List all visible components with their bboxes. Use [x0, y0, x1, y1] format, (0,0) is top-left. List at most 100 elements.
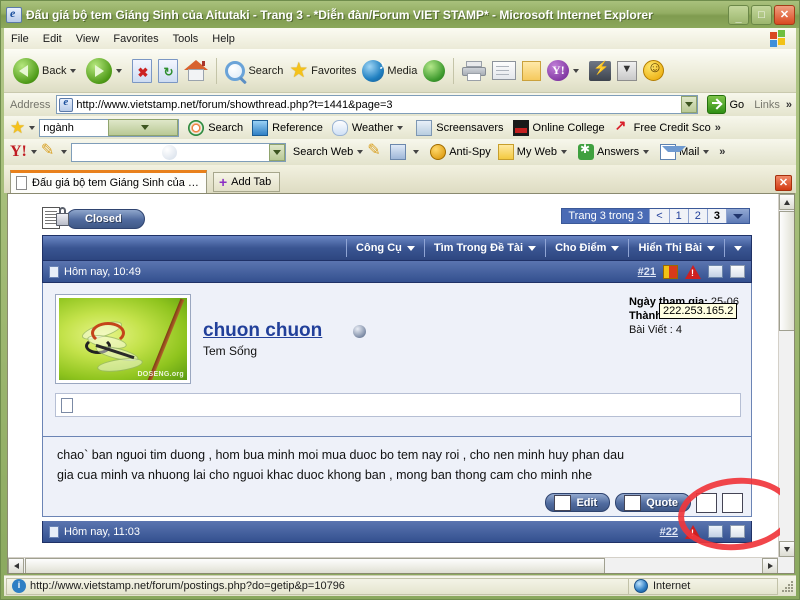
mail-button[interactable]: Mail: [660, 144, 713, 160]
messenger-button[interactable]: [586, 53, 614, 89]
menu-item-help[interactable]: Help: [205, 31, 242, 47]
download-button[interactable]: [614, 53, 640, 89]
vertical-scroll-thumb[interactable]: [779, 211, 794, 331]
anti-spy-button[interactable]: Anti-Spy: [430, 144, 491, 160]
bookmark-dropdown-icon[interactable]: [29, 125, 36, 130]
resize-grip[interactable]: [780, 578, 796, 594]
menu-item-view[interactable]: View: [69, 31, 107, 47]
menu-item-file[interactable]: File: [4, 31, 36, 47]
add-tab-button[interactable]: + Add Tab: [212, 172, 281, 192]
ip-lookup-icon-2[interactable]: [708, 525, 723, 538]
media-button[interactable]: Media: [359, 53, 420, 89]
answers-button[interactable]: Answers: [577, 142, 653, 160]
security-zone[interactable]: Internet: [628, 577, 778, 595]
post-options-icon[interactable]: [730, 265, 745, 278]
window-tile-button[interactable]: [390, 144, 423, 160]
close-button[interactable]: ✕: [774, 4, 795, 25]
toolbar-weather-button[interactable]: Weather: [331, 119, 407, 136]
menu-item-edit[interactable]: Edit: [36, 31, 69, 47]
go-button[interactable]: Go: [703, 95, 744, 114]
maximize-button[interactable]: □: [751, 4, 772, 25]
history-button[interactable]: [420, 53, 448, 89]
smiley-button[interactable]: [640, 53, 667, 89]
horizontal-scrollbar[interactable]: [8, 557, 778, 573]
answers-dropdown-icon[interactable]: [643, 150, 650, 154]
thread-tools-hien-thi-bai[interactable]: Hiển Thị Bài: [628, 239, 724, 257]
menu-item-favorites[interactable]: Favorites: [106, 31, 165, 47]
pencil-dropdown-icon[interactable]: [60, 150, 67, 154]
my-web-button[interactable]: My Web: [497, 144, 571, 160]
forward-dropdown-icon[interactable]: [116, 68, 123, 73]
yahoo-dropdown-icon[interactable]: [573, 68, 580, 73]
multiquote-button[interactable]: [696, 492, 717, 513]
toolbar-search-input[interactable]: ngành: [39, 118, 180, 137]
tab-active[interactable]: Đấu giá bộ tem Giáng Sinh của …: [10, 170, 207, 193]
links-label[interactable]: Links: [754, 99, 780, 111]
quote-post-button[interactable]: Quote: [615, 493, 691, 512]
search-web-dropdown-icon[interactable]: [357, 150, 364, 154]
minimize-button[interactable]: _: [728, 4, 749, 25]
vertical-scrollbar[interactable]: [778, 194, 794, 557]
scroll-left-button[interactable]: [8, 558, 24, 573]
thread-tools-more[interactable]: [724, 239, 751, 257]
close-tab-button[interactable]: ✕: [775, 175, 792, 191]
stop-button[interactable]: ✖: [129, 53, 155, 89]
toolbar-search-dropdown[interactable]: [108, 119, 179, 136]
toolbar-screensavers-button[interactable]: Screensavers: [416, 119, 504, 136]
toolbar-free-credit-button[interactable]: Free Credit Sco: [614, 117, 711, 136]
yahoo-search-input[interactable]: [70, 142, 286, 162]
back-button[interactable]: Back: [10, 53, 83, 89]
user-status-icon[interactable]: [353, 325, 366, 338]
post-options-icon-2[interactable]: [730, 525, 745, 538]
yahoo-logo-icon[interactable]: Y!: [10, 143, 27, 161]
edit-button[interactable]: [489, 53, 519, 89]
pagination-prev[interactable]: <: [650, 209, 670, 223]
thread-tools-cong-cu[interactable]: Công Cụ: [346, 239, 424, 257]
bar2-overflow-chevron-icon[interactable]: »: [715, 122, 721, 134]
toolbar-reference-button[interactable]: Reference: [252, 119, 323, 136]
thread-tools-cho-diem[interactable]: Cho Điểm: [545, 239, 628, 257]
search-button[interactable]: Search: [222, 53, 286, 89]
scroll-down-button[interactable]: [779, 541, 794, 557]
yahoo-search-dropdown[interactable]: [268, 143, 285, 161]
warning-icon[interactable]: [685, 264, 701, 279]
notes-button[interactable]: [519, 53, 544, 89]
pagination-page-3[interactable]: 3: [708, 209, 727, 223]
forward-button[interactable]: [83, 53, 129, 89]
horizontal-scroll-thumb[interactable]: [25, 558, 605, 573]
home-button[interactable]: [181, 53, 211, 89]
edit-post-button[interactable]: Edit: [545, 493, 611, 512]
scroll-up-button[interactable]: [779, 194, 794, 210]
post-username-1[interactable]: chuon chuon: [203, 320, 322, 342]
pagination-page-2[interactable]: 2: [689, 209, 708, 223]
reply-button[interactable]: [722, 492, 743, 513]
address-dropdown-button[interactable]: [680, 96, 697, 113]
flag-icon[interactable]: [663, 264, 678, 279]
post-number-1[interactable]: #21: [638, 266, 656, 278]
weather-dropdown-icon[interactable]: [397, 125, 404, 130]
bar3-overflow-chevron-icon[interactable]: »: [719, 146, 725, 158]
refresh-button[interactable]: ↻: [155, 53, 181, 89]
window-tile-dropdown-icon[interactable]: [413, 150, 420, 154]
my-web-dropdown-icon[interactable]: [560, 150, 567, 154]
yahoo-button[interactable]: Y!: [544, 53, 586, 89]
pagination-dropdown-icon[interactable]: [727, 209, 749, 223]
address-input[interactable]: http://www.vietstamp.net/forum/showthrea…: [56, 95, 698, 114]
warning-icon-2[interactable]: [685, 524, 701, 539]
favorites-button[interactable]: ★ Favorites: [286, 53, 359, 89]
search-web-button[interactable]: Search Web: [293, 146, 367, 158]
back-dropdown-icon[interactable]: [70, 68, 77, 73]
ip-lookup-icon[interactable]: [708, 265, 723, 278]
pencil-icon[interactable]: [41, 140, 57, 160]
scroll-right-button[interactable]: [762, 558, 778, 573]
yahoo-logo-dropdown-icon[interactable]: [30, 150, 37, 154]
mail-dropdown-icon[interactable]: [703, 150, 710, 154]
pagination-page-1[interactable]: 1: [670, 209, 689, 223]
thread-tools-tim-trong-de-tai[interactable]: Tìm Trong Đề Tài: [423, 239, 545, 257]
address-overflow-chevron-icon[interactable]: »: [786, 99, 792, 111]
thread-closed-badge[interactable]: Closed: [42, 206, 145, 232]
print-button[interactable]: [459, 53, 489, 89]
toolbar-search-button[interactable]: Search: [188, 119, 243, 136]
highlighter-icon[interactable]: [367, 140, 383, 160]
toolbar-online-college-button[interactable]: Online College: [512, 119, 605, 136]
